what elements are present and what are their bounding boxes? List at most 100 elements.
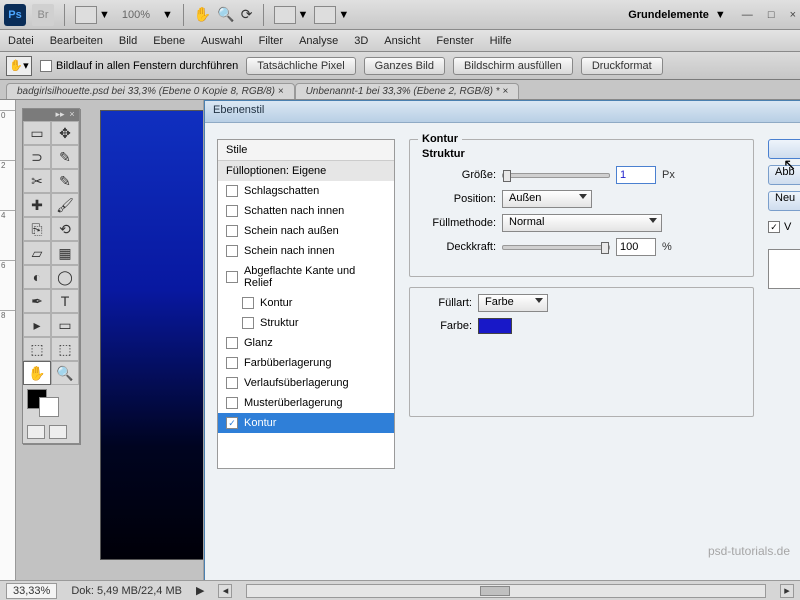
workspace-switcher[interactable]: Grundelemente ▼	[628, 9, 726, 21]
style-row-bevel-contour[interactable]: Kontur	[218, 293, 394, 313]
menu-ansicht[interactable]: Ansicht	[384, 35, 420, 47]
style-row-bevel[interactable]: Abgeflachte Kante und Relief	[218, 261, 394, 293]
opacity-slider[interactable]	[502, 245, 610, 250]
hand-tool-icon[interactable]: ✋	[194, 3, 211, 27]
background-color[interactable]	[39, 397, 59, 417]
horizontal-scrollbar[interactable]	[246, 584, 766, 598]
3d-tool[interactable]: ⬚	[23, 337, 51, 361]
ok-button[interactable]	[768, 139, 800, 159]
style-row-satin[interactable]: Glanz	[218, 333, 394, 353]
color-swatches[interactable]	[23, 385, 79, 421]
main-menu-bar: Datei Bearbeiten Bild Ebene Auswahl Filt…	[0, 30, 800, 52]
blur-tool[interactable]: ◐	[23, 265, 51, 289]
style-row-innerglow[interactable]: Schein nach innen	[218, 241, 394, 261]
size-input[interactable]	[616, 166, 656, 184]
scroll-right-button[interactable]: ▸	[780, 584, 794, 598]
maximize-button[interactable]: □	[768, 9, 775, 21]
menu-filter[interactable]: Filter	[259, 35, 283, 47]
menu-bearbeiten[interactable]: Bearbeiten	[50, 35, 103, 47]
stroke-structure-group: Kontur Struktur Größe: Px Position: Auße…	[409, 139, 754, 277]
fit-screen-button[interactable]: Ganzes Bild	[364, 57, 445, 75]
zoom-tool-icon[interactable]: 🔍	[217, 3, 234, 27]
menu-datei[interactable]: Datei	[8, 35, 34, 47]
vertical-ruler: 0 2 4 6 8	[0, 100, 16, 580]
size-label: Größe:	[422, 169, 496, 181]
dialog-title: Ebenenstil	[205, 101, 800, 123]
filltype-select[interactable]: Farbe	[478, 294, 548, 312]
gradient-tool[interactable]: ▦	[51, 241, 79, 265]
menu-hilfe[interactable]: Hilfe	[490, 35, 512, 47]
style-row-stroke[interactable]: Kontur	[218, 413, 394, 433]
lasso-tool[interactable]: ⊃	[23, 145, 51, 169]
menu-bild[interactable]: Bild	[119, 35, 137, 47]
opacity-unit: %	[662, 241, 672, 253]
brush-tool[interactable]: 🖌	[51, 193, 79, 217]
zoom-status[interactable]: 33,33%	[6, 583, 57, 599]
new-style-button[interactable]: Neu	[768, 191, 800, 211]
size-slider[interactable]	[502, 173, 610, 178]
eraser-tool[interactable]: ▱	[23, 241, 51, 265]
dodge-tool[interactable]: ◯	[51, 265, 79, 289]
type-tool[interactable]: T	[51, 289, 79, 313]
style-row-coloroverlay[interactable]: Farbüberlagerung	[218, 353, 394, 373]
position-label: Position:	[422, 193, 496, 205]
scroll-left-button[interactable]: ◂	[218, 584, 232, 598]
style-row-patternoverlay[interactable]: Musterüberlagerung	[218, 393, 394, 413]
quick-select-tool[interactable]: ✎	[51, 145, 79, 169]
scroll-all-windows-checkbox[interactable]: Bildlauf in allen Fenstern durchführen	[40, 60, 238, 72]
screen-mode-dropdown[interactable]: ▼	[274, 6, 309, 24]
blendmode-select[interactable]: Normal	[502, 214, 662, 232]
rotate-view-icon[interactable]: ⟳	[241, 3, 253, 27]
shape-tool[interactable]: ▭	[51, 313, 79, 337]
path-select-tool[interactable]: ▸	[23, 313, 51, 337]
fill-screen-button[interactable]: Bildschirm ausfüllen	[453, 57, 573, 75]
preview-checkbox[interactable]: V	[768, 221, 791, 233]
position-select[interactable]: Außen	[502, 190, 592, 208]
quick-mask-icon[interactable]	[27, 425, 45, 439]
menu-analyse[interactable]: Analyse	[299, 35, 338, 47]
pen-tool[interactable]: ✒	[23, 289, 51, 313]
print-size-button[interactable]: Druckformat	[581, 57, 663, 75]
crop-tool[interactable]: ✂	[23, 169, 51, 193]
view-arrange-dropdown[interactable]: ▼	[75, 6, 110, 24]
menu-fenster[interactable]: Fenster	[436, 35, 473, 47]
marquee-tool[interactable]: ▭	[23, 121, 51, 145]
eyedropper-tool[interactable]: ✎	[51, 169, 79, 193]
hand-tool[interactable]: ✋	[23, 361, 51, 385]
close-icon[interactable]: ×	[67, 109, 77, 119]
watermark: psd-tutorials.de	[708, 544, 790, 558]
styles-header[interactable]: Stile	[218, 140, 394, 161]
style-row-innershadow[interactable]: Schatten nach innen	[218, 201, 394, 221]
collapse-icon[interactable]: ▸▸	[55, 109, 65, 119]
zoom-level[interactable]: 100%	[122, 9, 150, 21]
stroke-color-swatch[interactable]	[478, 318, 512, 334]
history-brush-tool[interactable]: ⟲	[51, 217, 79, 241]
style-row-dropshadow[interactable]: Schlagschatten	[218, 181, 394, 201]
3d-camera-tool[interactable]: ⬚	[51, 337, 79, 361]
close-button[interactable]: ×	[790, 9, 796, 21]
style-row-outerglow[interactable]: Schein nach außen	[218, 221, 394, 241]
filltype-label: Füllart:	[422, 297, 472, 309]
move-tool[interactable]: ✥	[51, 121, 79, 145]
clone-tool[interactable]: ⎘	[23, 217, 51, 241]
style-row-bevel-texture[interactable]: Struktur	[218, 313, 394, 333]
healing-tool[interactable]: ✚	[23, 193, 51, 217]
menu-ebene[interactable]: Ebene	[153, 35, 185, 47]
status-menu-icon[interactable]: ▶	[196, 584, 204, 597]
style-row-gradientoverlay[interactable]: Verlaufsüberlagerung	[218, 373, 394, 393]
minimize-button[interactable]: —	[742, 9, 753, 21]
cancel-button[interactable]: Abb	[768, 165, 800, 185]
current-tool-icon[interactable]: ✋▾	[6, 56, 32, 76]
arrange-documents-dropdown[interactable]: ▼	[314, 6, 349, 24]
actual-pixels-button[interactable]: Tatsächliche Pixel	[246, 57, 355, 75]
document-tab[interactable]: badgirlsilhouette.psd bei 33,3% (Ebene 0…	[6, 83, 295, 99]
blending-options-row[interactable]: Fülloptionen: Eigene	[218, 161, 394, 181]
screen-mode-icon[interactable]	[49, 425, 67, 439]
document-tab[interactable]: Unbenannt-1 bei 33,3% (Ebene 2, RGB/8) *…	[295, 83, 520, 99]
bridge-icon[interactable]: Br	[32, 4, 54, 26]
menu-3d[interactable]: 3D	[354, 35, 368, 47]
zoom-tool[interactable]: 🔍	[51, 361, 79, 385]
doc-size-status: Dok: 5,49 MB/22,4 MB	[71, 585, 182, 597]
opacity-input[interactable]	[616, 238, 656, 256]
menu-auswahl[interactable]: Auswahl	[201, 35, 243, 47]
